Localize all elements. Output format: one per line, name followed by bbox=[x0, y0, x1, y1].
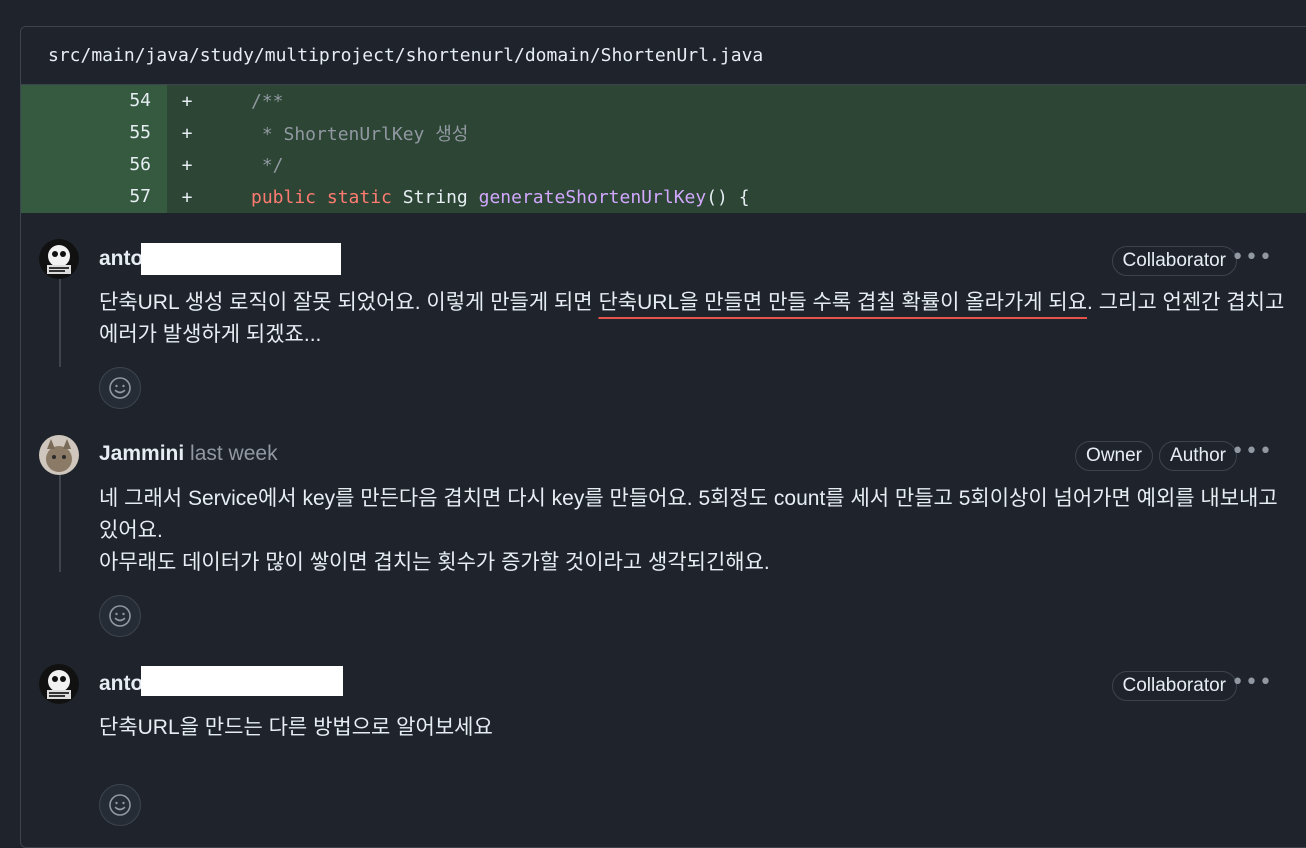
comment-body: 단축URL을 만드는 다른 방법으로 알어보세요 bbox=[99, 712, 1289, 744]
comment-text: 단축URL 생성 로직이 잘못 되었어요. 이렇게 만들게 되면 bbox=[99, 291, 599, 314]
author-name[interactable]: Jammini bbox=[99, 442, 184, 465]
comment-body: 단축URL 생성 로직이 잘못 되었어요. 이렇게 만들게 되면 단축URL을 … bbox=[99, 287, 1289, 351]
role-badges: Owner Author bbox=[1075, 441, 1237, 471]
code-line: /** bbox=[251, 90, 284, 112]
smiley-icon bbox=[109, 794, 131, 816]
comment-author[interactable]: anto bbox=[99, 672, 143, 696]
comment-author[interactable]: anto bbox=[99, 247, 143, 271]
code-line: */ bbox=[251, 154, 284, 176]
add-reaction-button[interactable] bbox=[99, 595, 141, 637]
kebab-horizontal-icon[interactable]: ••• bbox=[1231, 670, 1273, 695]
diff-sign: + bbox=[181, 90, 193, 112]
role-badges: Collaborator bbox=[1111, 246, 1237, 276]
diff-line: 57 + public static String generateShorte… bbox=[21, 181, 1306, 213]
avatar[interactable] bbox=[39, 664, 79, 704]
smiley-icon bbox=[109, 377, 131, 399]
smiley-icon bbox=[109, 605, 131, 627]
code-keyword: public bbox=[251, 186, 317, 208]
redaction-box bbox=[141, 243, 341, 275]
file-path[interactable]: src/main/java/study/multiproject/shorten… bbox=[48, 45, 763, 66]
line-number[interactable]: 54 bbox=[21, 85, 167, 117]
avatar[interactable] bbox=[39, 435, 79, 475]
diff-sign: + bbox=[181, 122, 193, 144]
avatar[interactable] bbox=[39, 239, 79, 279]
line-number[interactable]: 56 bbox=[21, 149, 167, 181]
thread-line bbox=[59, 472, 61, 572]
comment-text: 단축URL을 만드는 다른 방법으로 알어보세요 bbox=[99, 716, 493, 739]
diff-line: 54 + /** bbox=[21, 85, 1306, 117]
comment-text: 아무래도 데이터가 많이 쌓이면 겹치는 횟수가 증가할 것이라고 생각되긴해요… bbox=[99, 551, 770, 574]
comment-timestamp[interactable]: last week bbox=[190, 442, 278, 465]
underlined-text: 단축URL을 만들면 만들 수록 겹칠 확률이 올라가게 되요 bbox=[598, 291, 1088, 314]
kebab-horizontal-icon[interactable]: ••• bbox=[1231, 245, 1273, 270]
diff-sign: + bbox=[181, 186, 193, 208]
comment-text: 네 그래서 Service에서 key를 만든다음 겹치면 다시 key를 만들… bbox=[99, 487, 1278, 542]
collaborator-badge: Collaborator bbox=[1111, 671, 1237, 701]
code-line: * ShortenUrlKey 생성 bbox=[251, 124, 469, 145]
owner-badge: Owner bbox=[1075, 441, 1154, 471]
collaborator-badge: Collaborator bbox=[1111, 246, 1237, 276]
comment-author: Jammini last week bbox=[99, 442, 278, 466]
code-line: public static String generateShortenUrlK… bbox=[207, 187, 750, 208]
add-reaction-button[interactable] bbox=[99, 367, 141, 409]
code-type: String bbox=[402, 186, 468, 208]
file-path-header[interactable]: src/main/java/study/multiproject/shorten… bbox=[21, 27, 1306, 85]
code-function: generateShortenUrlKey bbox=[478, 186, 707, 208]
diff-hunk: 54 + /** 55 + * ShortenUrlKey 생성 56 + */… bbox=[21, 85, 1306, 213]
comment-body: 네 그래서 Service에서 key를 만든다음 겹치면 다시 key를 만들… bbox=[99, 483, 1289, 579]
line-number[interactable]: 55 bbox=[21, 117, 167, 149]
diff-comment-panel: src/main/java/study/multiproject/shorten… bbox=[20, 26, 1306, 848]
diff-sign: + bbox=[181, 154, 193, 176]
diff-line: 55 + * ShortenUrlKey 생성 bbox=[21, 117, 1306, 149]
kebab-horizontal-icon[interactable]: ••• bbox=[1231, 439, 1273, 464]
thread-line bbox=[59, 277, 61, 367]
author-badge: Author bbox=[1159, 441, 1237, 471]
code-keyword: static bbox=[326, 186, 392, 208]
redaction-box bbox=[141, 666, 343, 696]
role-badges: Collaborator bbox=[1111, 671, 1237, 701]
code-punct: () { bbox=[706, 186, 750, 208]
line-number[interactable]: 57 bbox=[21, 181, 167, 213]
diff-line: 56 + */ bbox=[21, 149, 1306, 181]
